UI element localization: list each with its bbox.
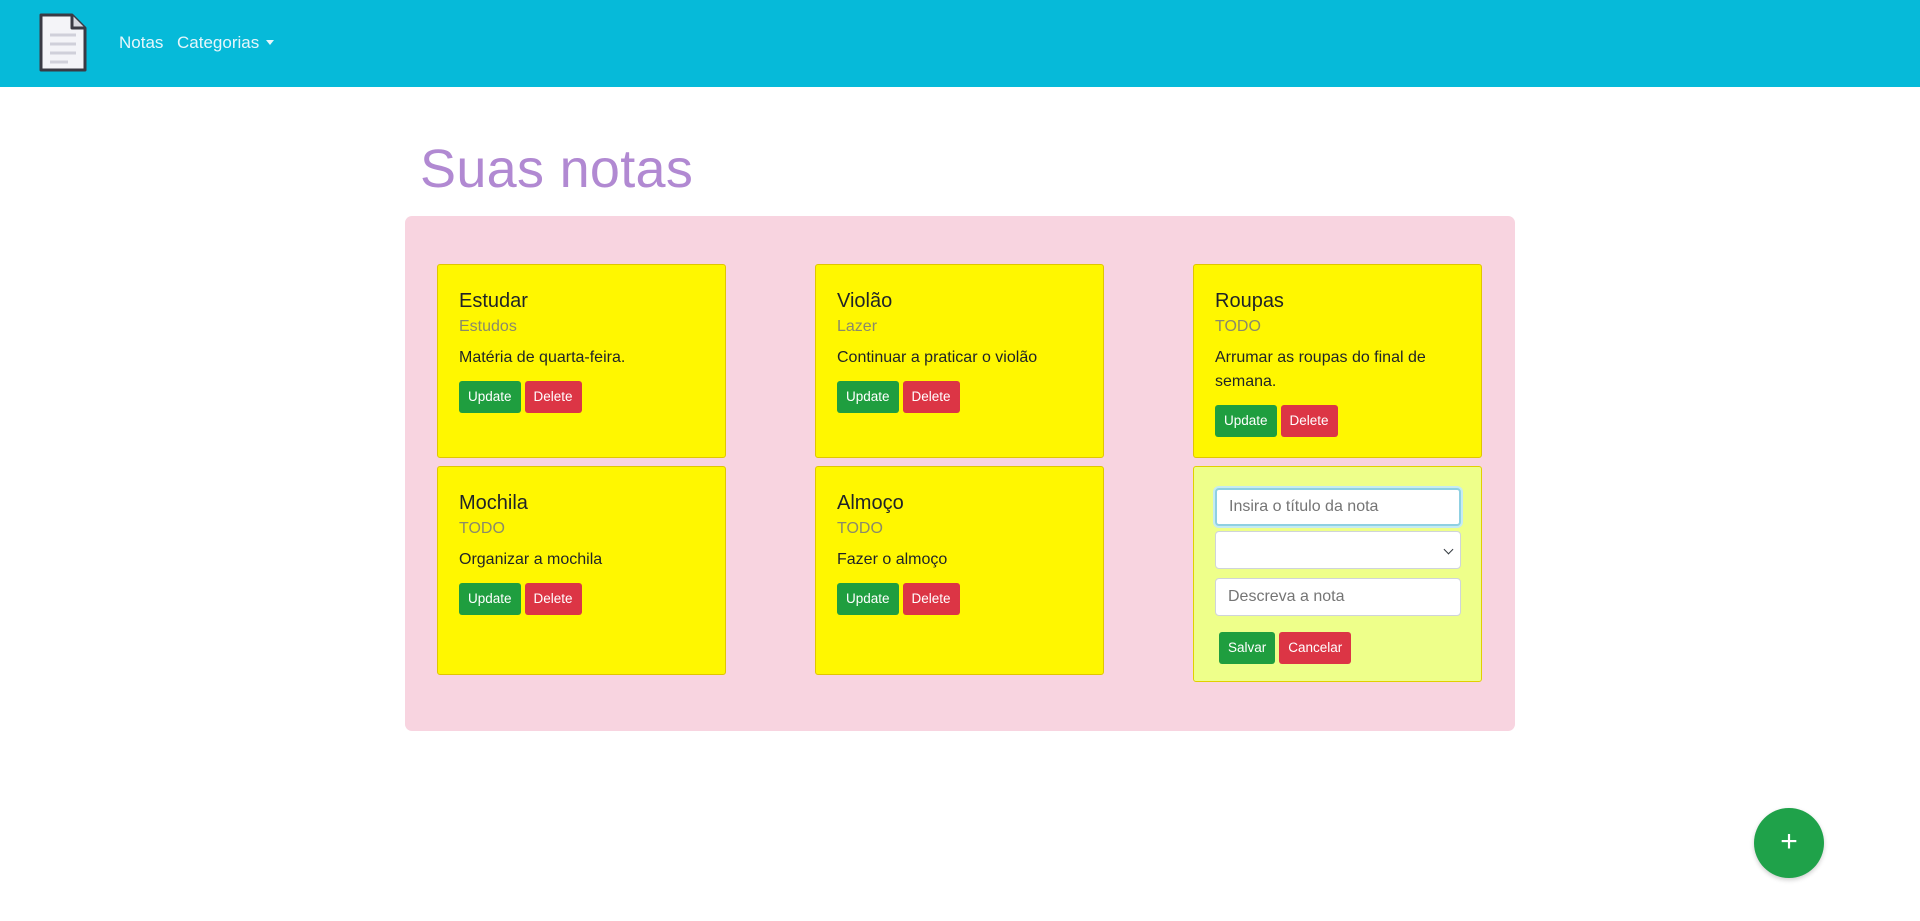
note-category: TODO xyxy=(837,520,883,537)
note-card: Estudar Estudos Matéria de quarta-feira.… xyxy=(437,264,726,458)
update-button[interactable]: Update xyxy=(837,583,899,615)
note-title-input[interactable] xyxy=(1215,488,1461,526)
note-title: Estudar xyxy=(459,290,528,312)
note-description: Matéria de quarta-feira. xyxy=(459,349,626,366)
update-button[interactable]: Update xyxy=(459,381,521,413)
nav-link-notas[interactable]: Notas xyxy=(119,33,163,53)
note-category: TODO xyxy=(1215,318,1261,335)
note-description: Fazer o almoço xyxy=(837,551,948,568)
delete-button[interactable]: Delete xyxy=(524,583,582,615)
cancel-button[interactable]: Cancelar xyxy=(1279,632,1352,664)
nav-dropdown-label: Categorias xyxy=(177,33,260,52)
delete-button[interactable]: Delete xyxy=(524,381,582,413)
note-title: Mochila xyxy=(459,492,528,514)
caret-down-icon xyxy=(266,40,275,45)
note-card: Violão Lazer Continuar a praticar o viol… xyxy=(815,264,1104,458)
add-note-button[interactable]: + xyxy=(1754,808,1824,878)
delete-button[interactable]: Delete xyxy=(902,583,960,615)
page-title: Suas notas xyxy=(420,139,694,199)
note-title: Almoço xyxy=(837,492,904,514)
delete-button[interactable]: Delete xyxy=(1280,405,1338,437)
document-icon[interactable] xyxy=(38,13,88,73)
note-description: Organizar a mochila xyxy=(459,551,603,568)
note-description-input[interactable] xyxy=(1215,578,1461,616)
save-button[interactable]: Salvar xyxy=(1219,632,1276,664)
note-card: Almoço TODO Fazer o almoço Update Delete xyxy=(815,466,1104,675)
navbar: Notas Categorias xyxy=(0,0,1920,87)
update-button[interactable]: Update xyxy=(837,381,899,413)
note-category: TODO xyxy=(459,520,505,537)
new-note-form: Salvar Cancelar xyxy=(1193,466,1482,682)
note-card: Roupas TODO Arrumar as roupas do final d… xyxy=(1193,264,1482,458)
update-button[interactable]: Update xyxy=(459,583,521,615)
note-category-select[interactable] xyxy=(1215,531,1461,569)
note-category: Lazer xyxy=(837,318,878,335)
update-button[interactable]: Update xyxy=(1215,405,1277,437)
delete-button[interactable]: Delete xyxy=(902,381,960,413)
note-title: Roupas xyxy=(1215,290,1284,312)
nav-dropdown-categorias[interactable]: Categorias xyxy=(177,33,275,53)
note-category: Estudos xyxy=(459,318,517,335)
note-card: Mochila TODO Organizar a mochila Update … xyxy=(437,466,726,675)
note-description: Arrumar as roupas do final de semana. xyxy=(1215,349,1426,390)
chevron-down-icon xyxy=(1443,544,1454,555)
note-description: Continuar a praticar o violão xyxy=(837,349,1038,366)
note-title: Violão xyxy=(837,290,893,312)
plus-icon: + xyxy=(1780,825,1798,858)
